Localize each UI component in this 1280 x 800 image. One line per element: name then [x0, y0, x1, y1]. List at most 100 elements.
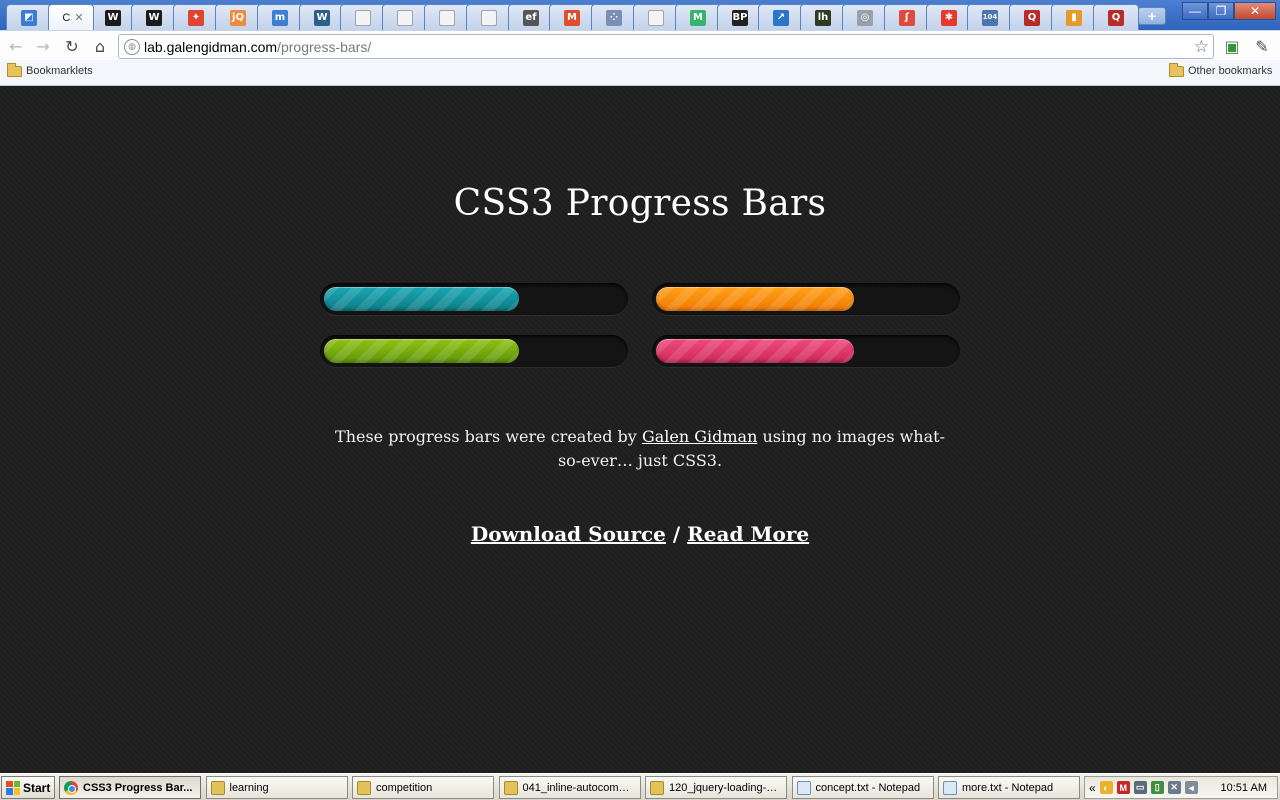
- progress-bar-orange: [652, 283, 960, 315]
- mcafee-icon[interactable]: M: [1116, 781, 1130, 794]
- browser-tab[interactable]: W: [131, 4, 177, 30]
- windows-logo-icon: [6, 780, 20, 795]
- bp-icon: BP: [732, 9, 748, 26]
- forward-arrow-icon[interactable]: →: [32, 35, 54, 57]
- browser-tab[interactable]: W: [299, 4, 345, 30]
- taskbar-button[interactable]: learning: [205, 776, 348, 799]
- download-source-link[interactable]: Download Source: [471, 522, 666, 546]
- folder-icon: [357, 780, 371, 795]
- browser-tab[interactable]: ⁘: [591, 4, 637, 30]
- system-tray: « ◐ M ▭ ▯ ✕ ◄ 10:51 AM: [1084, 776, 1278, 799]
- taskbar-button[interactable]: competition: [352, 776, 494, 799]
- wrench-icon[interactable]: ✎: [1251, 35, 1273, 57]
- browser-tab[interactable]: m: [257, 4, 303, 30]
- url-path: /progress-bars/: [277, 38, 372, 55]
- tab-close-icon[interactable]: ✕: [74, 11, 83, 24]
- browser-tab[interactable]: ◎: [842, 4, 888, 30]
- browser-tab[interactable]: ef: [508, 4, 554, 30]
- network-disconnected-icon[interactable]: ✕: [1167, 781, 1181, 794]
- num-104-icon: 104: [982, 9, 998, 26]
- browser-tab[interactable]: [382, 4, 428, 30]
- browser-tab[interactable]: 104: [967, 4, 1013, 30]
- tray-expand-icon[interactable]: «: [1089, 781, 1096, 795]
- extension-icon[interactable]: ▣: [1221, 35, 1243, 57]
- blue-arrows-icon: ↗: [773, 9, 789, 26]
- taskbar-button[interactable]: 041_inline-autocompl...: [498, 776, 641, 799]
- volume-muted-icon[interactable]: ◄: [1184, 781, 1198, 794]
- red-swirl-icon: ʃ: [899, 9, 915, 26]
- start-button[interactable]: Start: [1, 776, 55, 799]
- close-window-button[interactable]: ✕: [1234, 2, 1276, 20]
- link-separator: /: [672, 522, 681, 546]
- url-text[interactable]: lab.galengidman.com/progress-bars/: [144, 39, 371, 55]
- reload-icon[interactable]: ↻: [61, 35, 83, 57]
- progress-bar-pink: [652, 335, 960, 367]
- browser-tab[interactable]: lh: [800, 4, 846, 30]
- notepad-icon: [796, 780, 811, 795]
- taskbar-button-label: more.txt - Notepad: [962, 781, 1054, 794]
- browser-tab[interactable]: [466, 4, 512, 30]
- folder-icon: [1169, 62, 1184, 77]
- quora-icon: Q: [1024, 9, 1040, 26]
- bookmark-star-icon[interactable]: ☆: [1194, 37, 1209, 57]
- browser-tab[interactable]: ʃ: [884, 4, 930, 30]
- browser-tab[interactable]: ▮: [1051, 4, 1097, 30]
- taskbar-button[interactable]: more.txt - Notepad: [938, 776, 1080, 799]
- browser-tab[interactable]: M: [675, 4, 721, 30]
- progress-bar-green: [320, 335, 628, 367]
- spiral-icon: ◎: [857, 9, 873, 26]
- back-arrow-icon[interactable]: ←: [5, 35, 27, 57]
- browser-tab[interactable]: [424, 4, 470, 30]
- monitor-icon[interactable]: ▭: [1133, 781, 1147, 794]
- browser-tab[interactable]: Q: [1093, 4, 1139, 30]
- chrome-icon: [64, 780, 78, 795]
- other-bookmarks-folder[interactable]: Other bookmarks: [1169, 62, 1272, 77]
- browser-tab[interactable]: BP: [717, 4, 763, 30]
- browser-tab[interactable]: jQ: [215, 4, 261, 30]
- taskbar-button[interactable]: CSS3 Progress Bar...: [59, 776, 201, 799]
- taskbar-button-label: 120_jquery-loading-bar: [669, 781, 783, 794]
- blank-page-icon: [355, 9, 371, 26]
- taskbar-button[interactable]: concept.txt - Notepad: [791, 776, 934, 799]
- home-icon[interactable]: ⌂: [89, 35, 111, 57]
- tray-app-icon[interactable]: ◐: [1099, 781, 1113, 794]
- progress-bar-teal: [320, 283, 628, 315]
- browser-tab[interactable]: ✦: [173, 4, 219, 30]
- taskbar-button-label: competition: [376, 781, 433, 794]
- restore-button[interactable]: ❐: [1208, 2, 1234, 20]
- tab-active[interactable]: C ✕: [48, 4, 94, 30]
- author-link[interactable]: Galen Gidman: [642, 427, 757, 446]
- red-star-icon: ✦: [188, 9, 204, 26]
- progress-fill-orange: [656, 287, 854, 311]
- browser-tab[interactable]: [340, 4, 386, 30]
- progress-fill-teal: [324, 287, 519, 311]
- progress-fill-green: [324, 339, 519, 363]
- browser-tab[interactable]: M: [549, 4, 595, 30]
- minimize-button[interactable]: —: [1182, 2, 1208, 20]
- blank-page-icon: [481, 9, 497, 26]
- browser-tab[interactable]: ◩: [6, 4, 52, 30]
- clock[interactable]: 10:51 AM: [1221, 782, 1267, 794]
- browser-tab[interactable]: ✱: [926, 4, 972, 30]
- browser-tab[interactable]: W: [90, 4, 136, 30]
- browser-tab[interactable]: [633, 4, 679, 30]
- globe-icon: ◍: [124, 38, 140, 55]
- bookmarklets-folder[interactable]: Bookmarklets: [7, 62, 93, 77]
- taskbar-button[interactable]: 120_jquery-loading-bar: [645, 776, 787, 799]
- browser-tab[interactable]: ↗: [758, 4, 804, 30]
- wikipedia-w-icon: W: [146, 9, 162, 26]
- read-more-link[interactable]: Read More: [687, 522, 809, 546]
- green-m-icon: M: [690, 9, 706, 26]
- browser-tab[interactable]: Q: [1009, 4, 1055, 30]
- address-bar[interactable]: ◍ lab.galengidman.com/progress-bars/ ☆: [118, 34, 1214, 59]
- wikipedia-w-icon: W: [105, 9, 121, 26]
- folder-icon: [210, 780, 225, 795]
- jquery-icon: jQ: [230, 9, 246, 26]
- orange-book-icon: ▮: [1066, 9, 1082, 26]
- folder-icon: [650, 780, 664, 795]
- new-tab-button[interactable]: +: [1138, 7, 1166, 25]
- usb-icon[interactable]: ▯: [1150, 781, 1164, 794]
- bookmarks-bar: Bookmarklets Other bookmarks: [0, 60, 1280, 86]
- chrome-apps-icon: ◩: [21, 9, 37, 26]
- wordpress-icon: W: [314, 9, 330, 26]
